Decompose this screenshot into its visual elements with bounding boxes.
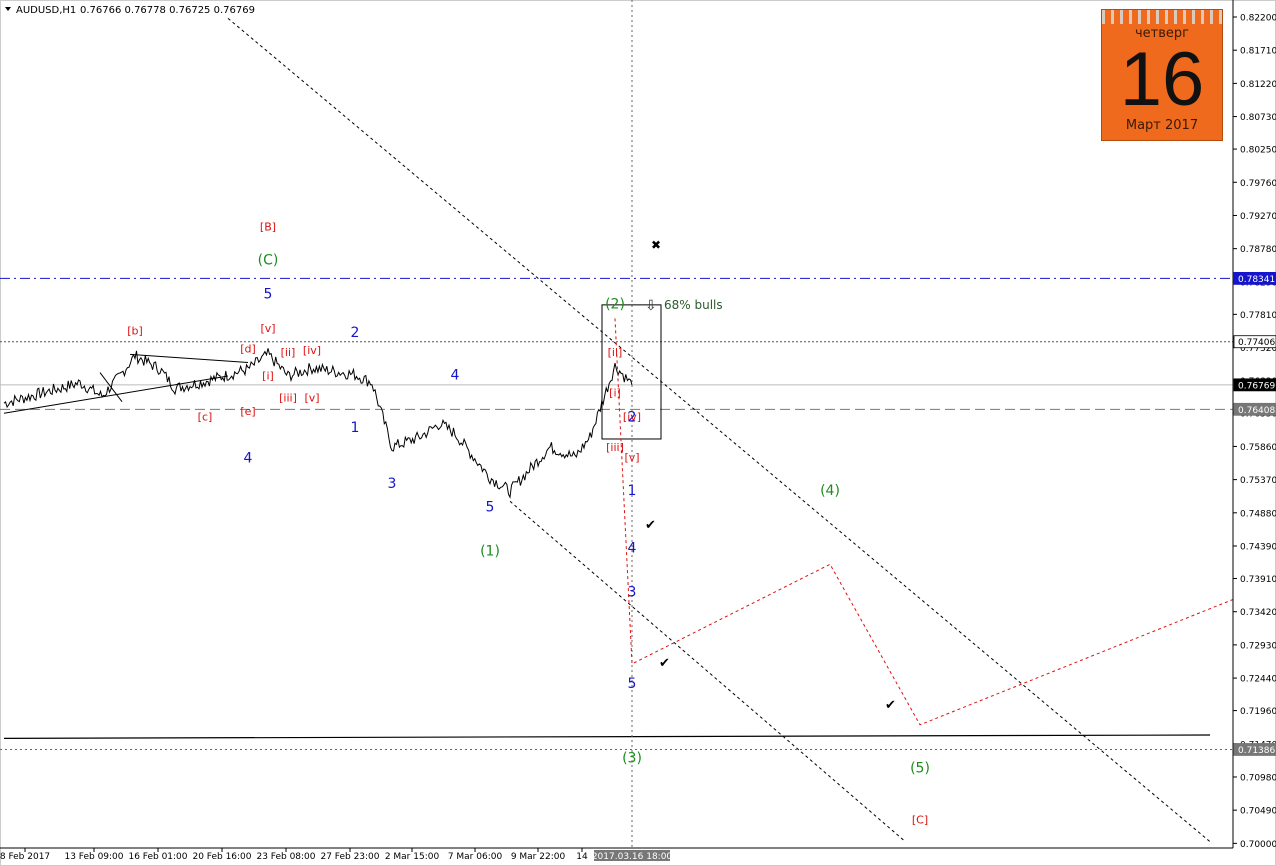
projection-line bbox=[614, 318, 1234, 726]
wave-label: [ii] bbox=[281, 346, 296, 359]
calendar-rings-icon bbox=[1102, 10, 1222, 24]
wave-label: [C] bbox=[912, 813, 928, 826]
wave-label: [v] bbox=[260, 322, 275, 335]
projection-series bbox=[614, 318, 1234, 726]
price-axis: 0.82200 0.81710 0.81220 0.80730 0.80250 0.797… bbox=[1232, 0, 1276, 850]
price-tick-label: 0.74390 bbox=[1240, 543, 1276, 553]
time-tick-label: 2 Mar 15:00 bbox=[385, 852, 440, 862]
price-tick-label: 0.70980 bbox=[1240, 773, 1276, 783]
check-marker-icon: ✔ bbox=[659, 656, 670, 671]
time-highlight-label: 2017.03.16 18:00 bbox=[592, 852, 673, 862]
price-tick-label: 0.82200 bbox=[1240, 14, 1276, 24]
wave-label: 5 bbox=[486, 500, 495, 516]
upper-channel-line bbox=[227, 17, 1213, 844]
time-tick-label: 8 Feb 2017 bbox=[0, 852, 50, 862]
wave-label: 5 bbox=[628, 676, 637, 692]
lower-channel-line bbox=[509, 500, 906, 842]
chart-header: AUDUSD,H1 0.76766 0.76778 0.76725 0.7676… bbox=[5, 5, 255, 16]
price-tick-label: 0.81220 bbox=[1240, 80, 1276, 90]
wave-label: 3 bbox=[628, 584, 637, 600]
time-tick-label: 9 Mar 22:00 bbox=[511, 852, 566, 862]
price-tick-label: 0.79760 bbox=[1240, 179, 1276, 189]
wave-label: [v] bbox=[304, 391, 319, 404]
price-tick-label: 0.71960 bbox=[1240, 707, 1276, 717]
wave-label: [iii] bbox=[279, 391, 297, 404]
price-tag-label: 0.78341 bbox=[1238, 275, 1275, 285]
wave-label: [e] bbox=[240, 405, 255, 418]
price-tag-label: 0.76408 bbox=[1238, 406, 1275, 416]
time-tick-label: 16 Feb 01:00 bbox=[128, 852, 187, 862]
wave-label: (2) bbox=[605, 297, 625, 313]
wave-label: [ii] bbox=[608, 346, 623, 359]
wave-label: (4) bbox=[820, 483, 840, 499]
ohlc-values: 0.76766 0.76778 0.76725 0.76769 bbox=[80, 5, 255, 16]
price-tag-label: 0.77406 bbox=[1238, 338, 1275, 348]
price-tag-label: 0.76769 bbox=[1238, 381, 1275, 391]
time-axis: 8 Feb 2017 13 Feb 09:00 16 Feb 01:00 20 Feb… bbox=[0, 847, 1233, 862]
wave-label: [i] bbox=[609, 387, 621, 400]
price-tick-label: 0.70490 bbox=[1240, 807, 1276, 817]
time-tick-label: 27 Feb 23:00 bbox=[320, 852, 379, 862]
price-tick-label: 0.81710 bbox=[1240, 47, 1276, 57]
wave-label: [v] bbox=[624, 451, 639, 464]
wave-label: [iii] bbox=[606, 441, 624, 454]
price-tick-label: 0.80250 bbox=[1240, 146, 1276, 156]
bulls-percent: 68% bulls bbox=[664, 298, 723, 312]
price-tick-label: 0.78780 bbox=[1240, 245, 1276, 255]
check-marker-icon: ✔ bbox=[645, 518, 656, 533]
time-tick-label: 14 bbox=[576, 852, 588, 862]
horizontal-trend-line bbox=[3, 734, 1211, 739]
cross-marker-icon: ✖ bbox=[651, 238, 661, 252]
price-chart[interactable]: [B](C)5[b] [v][d] [ii] [iv]2[i][iii] [v][e][… bbox=[0, 0, 1276, 866]
wave-label: (3) bbox=[622, 750, 642, 766]
wave-label: 4 bbox=[244, 450, 253, 466]
wave-label: [iv] bbox=[303, 344, 321, 357]
time-tick-label: 23 Feb 08:00 bbox=[256, 852, 315, 862]
wave-label: 4 bbox=[451, 368, 460, 384]
price-line bbox=[3, 348, 633, 499]
wave-label: 1 bbox=[351, 420, 360, 436]
wave-label: [d] bbox=[240, 343, 256, 356]
wave-label: 5 bbox=[264, 286, 273, 302]
wave-label: 2 bbox=[628, 410, 637, 426]
price-series bbox=[3, 348, 633, 499]
bulls-annotation: ⇩ 68% bulls bbox=[645, 298, 723, 314]
wave-label: [i] bbox=[262, 370, 274, 383]
wave-label: 4 bbox=[628, 540, 637, 556]
time-tick-label: 13 Feb 09:00 bbox=[64, 852, 123, 862]
calendar-month-year: Март 2017 bbox=[1125, 118, 1199, 133]
wave-label: 2 bbox=[351, 325, 360, 341]
price-tick-label: 0.75370 bbox=[1240, 476, 1276, 486]
wave-label: (C) bbox=[258, 252, 279, 268]
down-arrow-icon: ⇩ bbox=[645, 298, 657, 314]
price-tick-label: 0.79270 bbox=[1240, 212, 1276, 222]
chart-window: [B] (C) 5 [b] [v] [d] [ii] [iv] 2 [i] [iii] [v] [e][… bbox=[0, 0, 1276, 866]
price-tick-label: 0.72440 bbox=[1240, 675, 1276, 685]
wave-label: [c] bbox=[198, 410, 213, 423]
wave-label: 1 bbox=[628, 483, 637, 499]
drawn-objects bbox=[0, 0, 1233, 848]
wave-label: (5) bbox=[910, 760, 930, 776]
check-marker-icon: ✔ bbox=[885, 698, 896, 713]
calendar-day: 16 bbox=[1119, 37, 1205, 122]
wave-label: [B] bbox=[260, 221, 276, 234]
price-tick-label: 0.73910 bbox=[1240, 575, 1276, 585]
price-tick-label: 0.74880 bbox=[1240, 509, 1276, 519]
wave-labels: [B](C)5[b] [v][d] [ii] [iv]2[i][iii] [v][e][… bbox=[127, 221, 930, 827]
price-tick-label: 0.77810 bbox=[1240, 311, 1276, 321]
price-tick-label: 0.75860 bbox=[1240, 443, 1276, 453]
price-tick-label: 0.70000 bbox=[1240, 840, 1276, 850]
wave-label: [b] bbox=[127, 324, 143, 337]
time-tick-label: 20 Feb 16:00 bbox=[192, 852, 251, 862]
price-tick-label: 0.73420 bbox=[1240, 608, 1276, 618]
wave-label: 3 bbox=[388, 476, 397, 492]
wave-label: (1) bbox=[480, 544, 500, 560]
symbol-timeframe: AUDUSD,H1 bbox=[16, 5, 76, 16]
price-tick-label: 0.72930 bbox=[1240, 641, 1276, 651]
dropdown-triangle-icon[interactable] bbox=[5, 7, 11, 11]
price-tick-label: 0.80730 bbox=[1240, 113, 1276, 123]
price-tag-label: 0.71386 bbox=[1238, 746, 1275, 756]
calendar-widget: четверг 16 Март 2017 bbox=[1101, 9, 1223, 141]
time-tick-label: 7 Mar 06:00 bbox=[448, 852, 503, 862]
